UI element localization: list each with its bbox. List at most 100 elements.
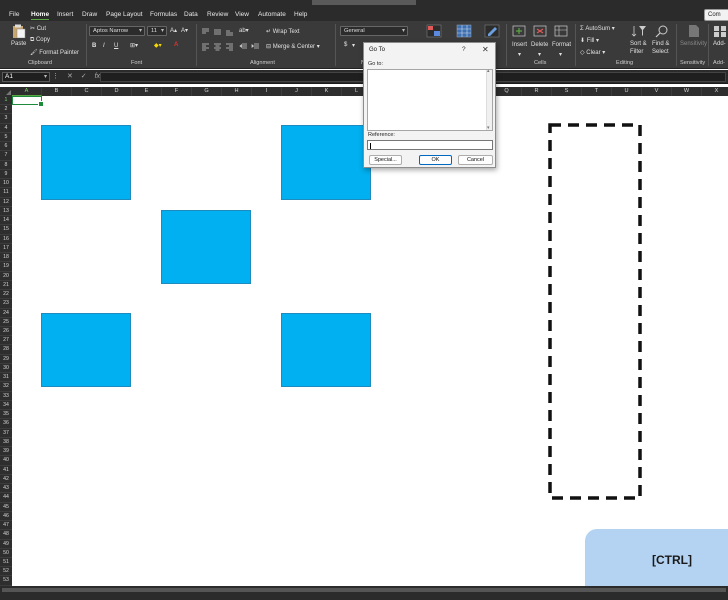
column-header[interactable]: G bbox=[192, 87, 222, 96]
column-header[interactable]: T bbox=[582, 87, 612, 96]
sensitivity-button[interactable]: Sensitivity bbox=[680, 41, 707, 47]
goto-list[interactable] bbox=[367, 68, 493, 131]
decrease-indent-icon[interactable] bbox=[239, 43, 248, 51]
sort-filter-label-2[interactable]: Filter bbox=[630, 49, 643, 55]
row-header[interactable]: 7 bbox=[0, 151, 12, 161]
sort-filter-icon[interactable] bbox=[631, 24, 647, 38]
row-header[interactable]: 41 bbox=[0, 466, 12, 475]
row-header[interactable]: 2 bbox=[0, 105, 12, 115]
column-header[interactable]: R bbox=[522, 87, 552, 96]
row-header[interactable]: 1 bbox=[0, 96, 12, 106]
delete-cells-icon[interactable] bbox=[532, 24, 548, 38]
format-dropdown-icon[interactable]: ▾ bbox=[559, 51, 562, 58]
orientation-icon[interactable]: ab▾ bbox=[239, 27, 249, 34]
column-header[interactable]: Q bbox=[492, 87, 522, 96]
find-select-label[interactable]: Find & bbox=[652, 41, 669, 47]
column-header[interactable]: W bbox=[672, 87, 702, 96]
insert-dropdown-icon[interactable]: ▾ bbox=[518, 51, 521, 58]
tab-data[interactable]: Data bbox=[184, 11, 198, 18]
row-header[interactable]: 10 bbox=[0, 179, 12, 189]
autosum-button[interactable]: Σ AutoSum ▾ bbox=[580, 25, 615, 32]
row-header[interactable]: 4 bbox=[0, 124, 12, 133]
row-header[interactable]: 39 bbox=[0, 447, 12, 457]
row-header[interactable]: 37 bbox=[0, 429, 12, 438]
align-top-icon[interactable] bbox=[201, 28, 210, 36]
search-strip[interactable] bbox=[312, 0, 416, 5]
cut-button[interactable]: ✂ Cut bbox=[30, 25, 46, 32]
row-header[interactable]: 38 bbox=[0, 438, 12, 448]
comments-button[interactable]: Com bbox=[704, 9, 728, 21]
format-button[interactable]: Format bbox=[552, 42, 571, 48]
align-left-icon[interactable] bbox=[201, 43, 210, 51]
row-header[interactable]: 49 bbox=[0, 540, 12, 549]
row-header[interactable]: 36 bbox=[0, 419, 12, 429]
tab-review[interactable]: Review bbox=[207, 11, 228, 18]
row-header[interactable]: 3 bbox=[0, 114, 12, 124]
align-middle-icon[interactable] bbox=[213, 28, 222, 36]
row-header[interactable]: 8 bbox=[0, 161, 12, 170]
row-header[interactable]: 27 bbox=[0, 336, 12, 346]
insert-cells-icon[interactable] bbox=[511, 24, 527, 38]
row-header[interactable]: 43 bbox=[0, 484, 12, 494]
row-header[interactable]: 44 bbox=[0, 493, 12, 503]
row-header[interactable]: 12 bbox=[0, 198, 12, 207]
format-cells-icon[interactable] bbox=[553, 24, 569, 38]
row-header[interactable]: 15 bbox=[0, 225, 12, 235]
merge-center-button[interactable]: ⊟ Merge & Center ▾ bbox=[266, 43, 320, 50]
increase-indent-icon[interactable] bbox=[251, 43, 260, 51]
font-size-dropdown[interactable]: 11 bbox=[147, 26, 167, 36]
align-center-icon[interactable] bbox=[213, 43, 222, 51]
row-header[interactable]: 11 bbox=[0, 188, 12, 198]
row-header[interactable]: 20 bbox=[0, 272, 12, 281]
font-color-button[interactable]: A bbox=[174, 42, 178, 48]
wrap-text-button[interactable]: ↵ Wrap Text bbox=[266, 28, 300, 35]
row-header[interactable]: 33 bbox=[0, 392, 12, 401]
select-all-corner[interactable] bbox=[0, 87, 12, 96]
row-header[interactable]: 5 bbox=[0, 133, 12, 143]
bold-button[interactable]: B bbox=[92, 43, 96, 49]
column-header[interactable]: K bbox=[312, 87, 342, 96]
insert-button[interactable]: Insert bbox=[512, 42, 527, 48]
name-box[interactable]: A1 bbox=[2, 72, 50, 82]
font-name-dropdown[interactable]: Aptos Narrow bbox=[89, 26, 145, 36]
column-header[interactable]: C bbox=[72, 87, 102, 96]
column-header[interactable]: V bbox=[642, 87, 672, 96]
row-header[interactable]: 31 bbox=[0, 373, 12, 383]
increase-font-icon[interactable]: A▴ bbox=[170, 27, 177, 34]
copy-button[interactable]: ⧉ Copy bbox=[30, 37, 50, 44]
tab-help[interactable]: Help bbox=[294, 11, 307, 18]
row-header[interactable]: 34 bbox=[0, 401, 12, 411]
row-header[interactable]: 30 bbox=[0, 364, 12, 374]
format-painter-button[interactable]: 🖌 Format Painter bbox=[30, 49, 79, 56]
tab-file[interactable]: File bbox=[9, 11, 19, 18]
paste-button[interactable]: Paste bbox=[11, 41, 26, 47]
row-header[interactable]: 18 bbox=[0, 253, 12, 263]
row-header[interactable]: 25 bbox=[0, 318, 12, 327]
conditional-formatting-icon[interactable] bbox=[426, 24, 442, 38]
special-button[interactable]: Special... bbox=[369, 155, 402, 165]
blue-square-shape[interactable] bbox=[41, 125, 131, 200]
blue-square-shape[interactable] bbox=[281, 125, 371, 200]
row-header[interactable]: 35 bbox=[0, 410, 12, 420]
fill-button[interactable]: ⬇ Fill ▾ bbox=[580, 37, 599, 44]
align-bottom-icon[interactable] bbox=[225, 28, 234, 36]
column-header[interactable]: J bbox=[282, 87, 312, 96]
tab-formulas[interactable]: Formulas bbox=[150, 11, 177, 18]
row-header[interactable]: 51 bbox=[0, 558, 12, 568]
row-header[interactable]: 50 bbox=[0, 549, 12, 558]
currency-button[interactable]: $ bbox=[344, 42, 347, 48]
column-header[interactable]: S bbox=[552, 87, 582, 96]
italic-button[interactable]: I bbox=[103, 43, 105, 49]
selected-cell-a1[interactable] bbox=[12, 96, 44, 107]
row-header[interactable]: 17 bbox=[0, 244, 12, 254]
ok-button[interactable]: OK bbox=[419, 155, 452, 165]
tab-page-layout[interactable]: Page Layout bbox=[106, 11, 143, 18]
borders-icon[interactable]: ⊞▾ bbox=[130, 42, 138, 49]
row-header[interactable]: 42 bbox=[0, 475, 12, 485]
column-header[interactable]: B bbox=[42, 87, 72, 96]
delete-dropdown-icon[interactable]: ▾ bbox=[538, 51, 541, 58]
align-right-icon[interactable] bbox=[225, 43, 234, 51]
row-header[interactable]: 40 bbox=[0, 456, 12, 466]
row-header[interactable]: 13 bbox=[0, 207, 12, 217]
tab-automate[interactable]: Automate bbox=[258, 11, 286, 18]
